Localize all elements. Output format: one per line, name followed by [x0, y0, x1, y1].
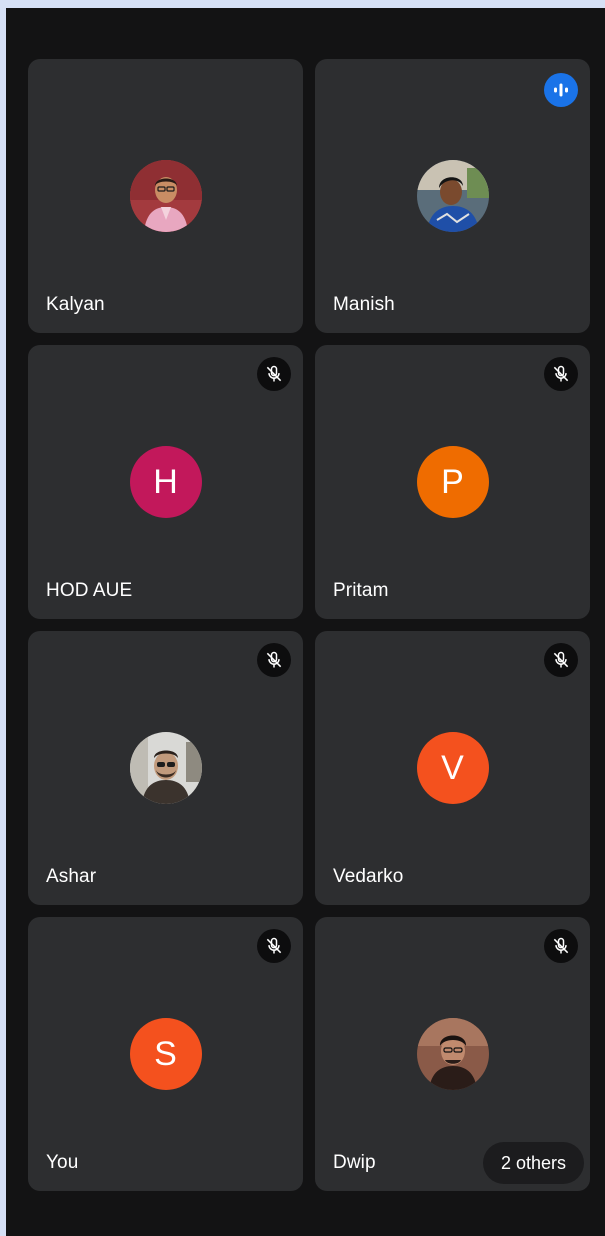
avatar-letter: V: [441, 748, 464, 787]
participant-name: HOD AUE: [46, 580, 133, 601]
participant-tile-you[interactable]: S You: [28, 917, 303, 1191]
participant-name: Pritam: [333, 580, 389, 601]
avatar-kalyan: [129, 160, 202, 232]
avatar-letter: P: [441, 462, 464, 501]
participant-tile-ashar[interactable]: Ashar: [28, 631, 303, 905]
participant-name: Ashar: [46, 866, 97, 887]
avatar-initial: S: [129, 1018, 202, 1090]
avatar-initial: V: [416, 732, 489, 804]
mic-off-icon: [257, 357, 291, 391]
avatar-letter: S: [154, 1034, 177, 1073]
participant-name: Kalyan: [46, 294, 105, 315]
participant-name: Dwip: [333, 1152, 376, 1173]
participant-name: You: [46, 1152, 79, 1173]
mic-off-icon: [544, 357, 578, 391]
audio-level-icon: [544, 73, 578, 107]
meeting-frame: Kalyan Manish H HOD AUE P Pritam Ashar V…: [6, 8, 605, 1236]
mic-off-icon: [544, 643, 578, 677]
avatar-initial: P: [416, 446, 489, 518]
mic-off-icon: [257, 929, 291, 963]
participant-tile-hod-aue[interactable]: H HOD AUE: [28, 345, 303, 619]
avatar-letter: H: [153, 462, 178, 501]
avatar-dwip: [416, 1018, 489, 1090]
participant-tile-dwip[interactable]: Dwip 2 others: [315, 917, 590, 1191]
participant-tile-vedarko[interactable]: V Vedarko: [315, 631, 590, 905]
profile-photo-icon: [129, 732, 202, 804]
others-button[interactable]: 2 others: [482, 1142, 584, 1184]
avatar-ashar: [129, 732, 202, 804]
avatar-manish: [416, 160, 489, 232]
profile-photo-icon: [416, 160, 489, 232]
avatar-initial: H: [129, 446, 202, 518]
profile-photo-icon: [129, 160, 202, 232]
participant-name: Vedarko: [333, 866, 404, 887]
mic-off-icon: [544, 929, 578, 963]
profile-photo-icon: [416, 1018, 489, 1090]
participant-tile-pritam[interactable]: P Pritam: [315, 345, 590, 619]
participant-tile-kalyan[interactable]: Kalyan: [28, 59, 303, 333]
participant-name: Manish: [333, 294, 395, 315]
participant-grid: Kalyan Manish H HOD AUE P Pritam Ashar V…: [28, 59, 590, 1191]
mic-off-icon: [257, 643, 291, 677]
participant-tile-manish[interactable]: Manish: [315, 59, 590, 333]
